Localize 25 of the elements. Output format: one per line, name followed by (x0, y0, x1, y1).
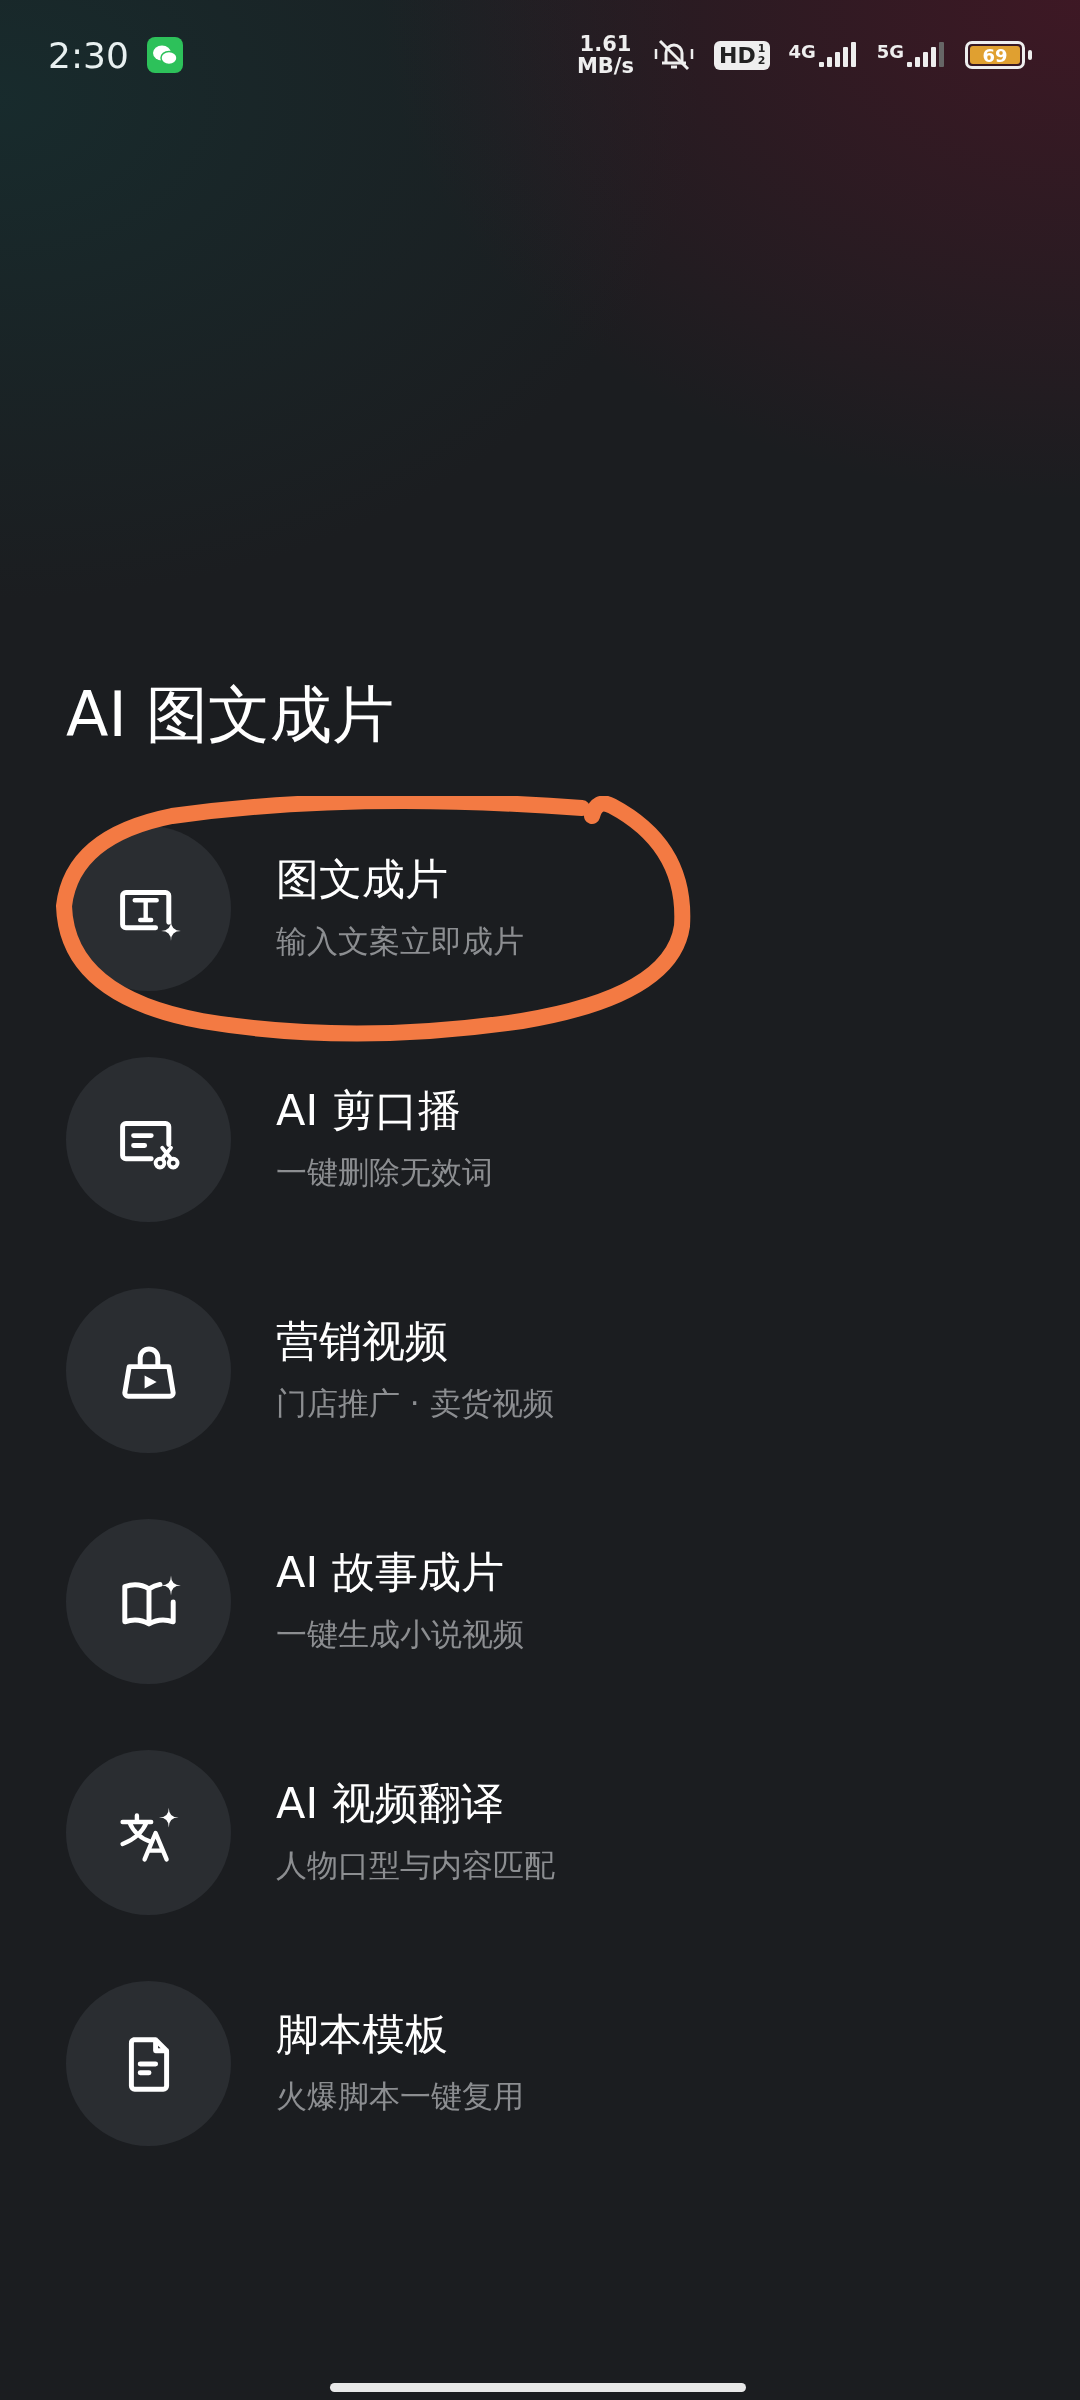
battery-level: 69 (970, 46, 1020, 64)
signal-icon (818, 41, 859, 69)
feature-subtitle: 一键删除无效词 (276, 1152, 493, 1192)
chat-app-icon (146, 37, 183, 73)
feature-subtitle: 门店推广 · 卖货视频 (276, 1383, 554, 1423)
network-type: 5G (876, 41, 904, 62)
signal-icon (907, 41, 947, 69)
network-speed: 1.61 (579, 33, 632, 55)
feature-title[interactable]: AI 故事成片 (276, 1543, 524, 1602)
page-title: AI 图文成片 (66, 677, 396, 753)
feature-subtitle: 人物口型与内容匹配 (276, 1845, 555, 1885)
status-time: 2:30 (48, 34, 129, 76)
feature-title[interactable]: 图文成片 (276, 850, 524, 909)
hd-label: HD (719, 42, 756, 68)
network-type: 4G (788, 41, 816, 62)
feature-subtitle: 火爆脚本一键复用 (276, 2076, 524, 2116)
feature-subtitle: 一键生成小说视频 (276, 1614, 524, 1654)
network-speed-unit: MB/s (576, 55, 635, 77)
feature-title[interactable]: AI 剪口播 (276, 1081, 493, 1140)
feature-title[interactable]: 营销视频 (276, 1312, 554, 1371)
feature-subtitle: 输入文案立即成片 (276, 921, 524, 961)
feature-title[interactable]: 脚本模板 (276, 2005, 524, 2064)
feature-title[interactable]: AI 视频翻译 (276, 1774, 555, 1833)
hd-sub-label: 1 (757, 43, 766, 55)
hd-sub-label: 2 (757, 55, 766, 67)
